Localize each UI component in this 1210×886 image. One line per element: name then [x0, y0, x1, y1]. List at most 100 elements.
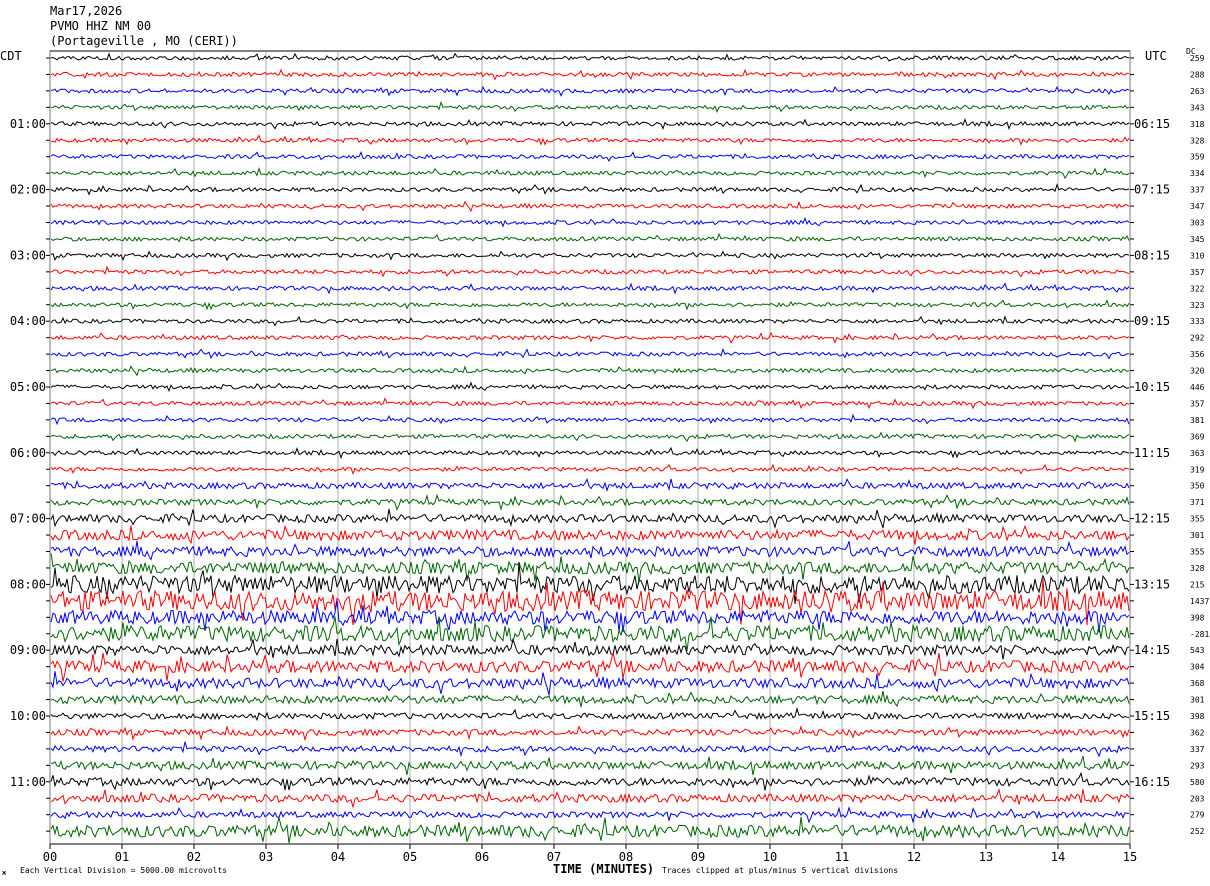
seismic-trace	[50, 151, 1130, 163]
dc-value-label: 446	[1190, 383, 1205, 392]
right-hour-label: 06:15	[1134, 117, 1170, 131]
dc-value-label: 319	[1190, 465, 1205, 474]
dc-value-label: 369	[1190, 432, 1205, 441]
vertical-division-note: Each Vertical Division = 5000.00 microvo…	[20, 866, 228, 875]
seismic-trace	[50, 232, 1130, 243]
seismic-trace	[50, 250, 1130, 262]
seismic-trace	[51, 101, 1130, 114]
plot-frame	[49, 50, 1131, 845]
x-tick-label: 10	[763, 850, 777, 864]
seismic-trace	[51, 85, 1130, 97]
seismic-trace	[50, 771, 1130, 791]
seismic-trace	[50, 166, 1130, 180]
x-axis-label: TIME (MINUTES)	[553, 862, 655, 876]
seismic-trace	[50, 524, 1130, 545]
seismic-trace	[50, 134, 1130, 147]
dc-value-label: 343	[1190, 103, 1205, 112]
x-tick-label: 04	[331, 850, 345, 864]
left-hour-label: 10:00	[10, 709, 46, 723]
right-hour-label: 11:15	[1134, 446, 1170, 460]
seismic-trace	[50, 118, 1130, 131]
dc-value-label: 320	[1190, 367, 1205, 376]
dc-value-label: 304	[1190, 663, 1205, 672]
clip-note: Traces clipped at plus/minus 5 vertical …	[662, 866, 899, 875]
dc-value-label: 328	[1190, 564, 1205, 573]
seismic-trace	[50, 52, 1130, 62]
dc-value-label: 355	[1190, 548, 1205, 557]
right-hour-label: 13:15	[1134, 577, 1170, 591]
dc-value-label: 368	[1190, 679, 1205, 688]
dc-value-label: 203	[1190, 794, 1205, 803]
dc-value-label: 215	[1190, 580, 1205, 589]
x-tick-label: 00	[43, 850, 57, 864]
seismic-trace	[50, 755, 1130, 776]
dc-value-label: 252	[1190, 827, 1205, 836]
dc-value-label: 371	[1190, 498, 1205, 507]
x-tick-label: 09	[691, 850, 705, 864]
dc-value-label: 356	[1190, 350, 1205, 359]
seismic-trace	[50, 493, 1130, 512]
right-hour-label: 10:15	[1134, 380, 1170, 394]
dc-value-label: 398	[1190, 613, 1205, 622]
right-hour-label: 15:15	[1134, 709, 1170, 723]
seismic-trace	[50, 553, 1130, 583]
dc-value-label: 323	[1190, 301, 1205, 310]
seismic-trace	[50, 652, 1130, 682]
seismic-trace	[50, 68, 1130, 81]
x-tick-label: 12	[907, 850, 921, 864]
x-tick-label: 14	[1051, 850, 1065, 864]
x-tick-label: 01	[115, 850, 129, 864]
dc-value-label: 1437	[1190, 597, 1209, 606]
dc-value-label: 263	[1190, 87, 1205, 96]
seismic-trace	[50, 413, 1130, 426]
seismic-trace	[50, 724, 1130, 742]
dc-value-label: 362	[1190, 728, 1205, 737]
dc-value-label: 259	[1190, 54, 1205, 63]
left-hour-label: 09:00	[10, 643, 46, 657]
dc-value-label: 333	[1190, 317, 1205, 326]
seismic-trace	[50, 216, 1130, 228]
dc-value-label: 355	[1190, 515, 1205, 524]
dc-value-label: 350	[1190, 482, 1205, 491]
x-tick-label: 13	[979, 850, 993, 864]
right-hour-label: 16:15	[1134, 775, 1170, 789]
dc-value-label: 398	[1190, 712, 1205, 721]
left-hour-label: 06:00	[10, 446, 46, 460]
seismic-trace	[50, 315, 1130, 327]
left-hour-label: 05:00	[10, 380, 46, 394]
dc-value-label: 381	[1190, 416, 1205, 425]
dc-value-label: 357	[1190, 268, 1205, 277]
footer-mark: ж	[2, 869, 7, 877]
dc-value-label: 337	[1190, 745, 1205, 754]
x-tick-label: 06	[475, 850, 489, 864]
right-hour-label: 12:15	[1134, 512, 1170, 526]
left-hour-label: 11:00	[10, 775, 46, 789]
right-hour-label: 07:15	[1134, 183, 1170, 197]
seismic-trace	[50, 331, 1130, 344]
seismic-trace	[50, 183, 1130, 196]
seismic-trace	[50, 347, 1130, 360]
x-tick-label: 03	[259, 850, 273, 864]
dc-value-label: 288	[1190, 70, 1205, 79]
seismic-trace	[50, 741, 1130, 758]
x-tick-label: 15	[1123, 850, 1137, 864]
dc-value-label: 301	[1190, 531, 1205, 540]
seismic-trace	[50, 265, 1130, 278]
seismic-trace	[50, 381, 1130, 393]
seismic-trace	[50, 463, 1130, 476]
dc-value-label: 543	[1190, 646, 1205, 655]
seismic-trace	[50, 691, 1130, 708]
left-hour-label: 02:00	[10, 183, 46, 197]
dc-value-label: 357	[1190, 399, 1205, 408]
dc-value-label: 363	[1190, 449, 1205, 458]
seismic-trace	[50, 446, 1130, 460]
dc-value-label: 328	[1190, 136, 1205, 145]
seismic-trace	[50, 200, 1130, 212]
dc-value-label: 279	[1190, 811, 1205, 820]
left-hour-label: 08:00	[10, 577, 46, 591]
seismic-trace	[50, 282, 1130, 295]
x-tick-label: 02	[187, 850, 201, 864]
dc-value-label: 292	[1190, 334, 1205, 343]
left-hour-label: 04:00	[10, 314, 46, 328]
seismic-trace	[50, 706, 1130, 722]
